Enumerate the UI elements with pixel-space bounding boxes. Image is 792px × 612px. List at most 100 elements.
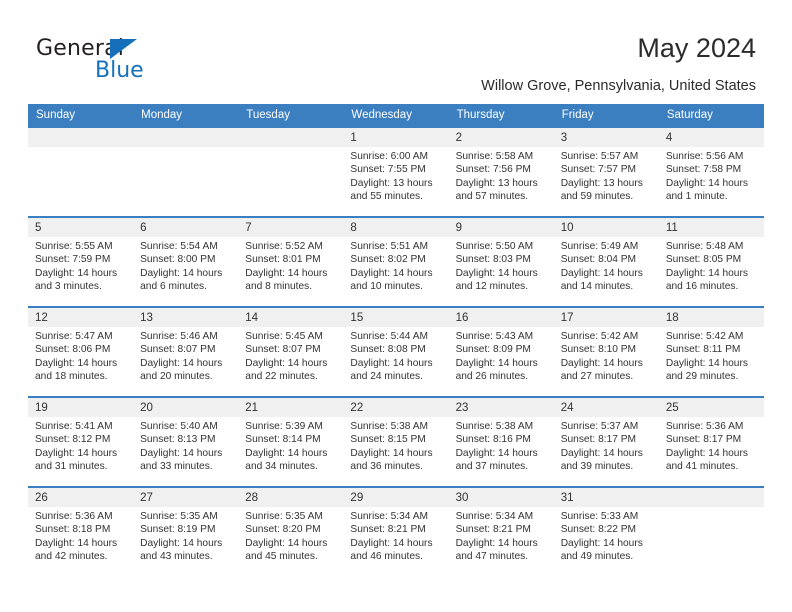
day-cell-details: Sunrise: 5:50 AM Sunset: 8:03 PM Daylight:… <box>449 237 554 294</box>
daylight-text-line1: Daylight: 14 hours <box>665 357 748 369</box>
weekday-header: Sunday Monday Tuesday Wednesday Thursday Frid… <box>28 104 764 127</box>
sunrise-text: Sunrise: 5:47 AM <box>35 331 113 342</box>
calendar-day-cell[interactable]: 30 Sunrise: 5:34 AM Sunset: 8:21 PM Dayligh… <box>448 486 554 576</box>
calendar-day-cell[interactable]: 15 Sunrise: 5:44 AM Sunset: 8:08 PM Dayligh… <box>343 306 449 397</box>
day-cell-details: Sunrise: 5:36 AM Sunset: 8:17 PM Daylight:… <box>659 417 764 474</box>
day-cell-inner <box>28 128 134 216</box>
calendar-day-cell[interactable]: 21 Sunrise: 5:39 AM Sunset: 8:14 PM Dayligh… <box>238 396 344 487</box>
daylight-text-line1: Daylight: 14 hours <box>560 267 643 279</box>
day-number: 29 <box>343 488 449 507</box>
calendar-day-cell[interactable]: 29 Sunrise: 5:34 AM Sunset: 8:21 PM Dayligh… <box>343 486 449 576</box>
day-cell-inner: 5 Sunrise: 5:55 AM Sunset: 7:59 PM Daylight… <box>28 218 134 306</box>
day-number: 8 <box>343 218 449 237</box>
sunset-text: Sunset: 7:59 PM <box>35 254 111 266</box>
daylight-text-line2: and 22 minutes. <box>245 371 318 383</box>
sunset-text: Sunset: 8:16 PM <box>455 434 531 446</box>
day-cell-inner: 22 Sunrise: 5:38 AM Sunset: 8:15 PM Dayligh… <box>343 398 449 486</box>
day-cell-inner: 7 Sunrise: 5:52 AM Sunset: 8:01 PM Daylight… <box>238 218 344 306</box>
day-cell-inner: 8 Sunrise: 5:51 AM Sunset: 8:02 PM Daylight… <box>343 218 449 306</box>
day-cell-inner: 3 Sunrise: 5:57 AM Sunset: 7:57 PM Daylight… <box>553 128 659 216</box>
calendar-day-cell[interactable]: 3 Sunrise: 5:57 AM Sunset: 7:57 PM Daylight… <box>553 126 659 217</box>
day-number: 15 <box>343 308 449 327</box>
calendar-day-cell[interactable]: 28 Sunrise: 5:35 AM Sunset: 8:20 PM Dayligh… <box>238 486 344 576</box>
calendar-day-cell[interactable]: 13 Sunrise: 5:46 AM Sunset: 8:07 PM Dayligh… <box>133 306 239 397</box>
weekday-header-cell: Tuesday <box>238 104 344 127</box>
calendar-day-cell[interactable]: 18 Sunrise: 5:42 AM Sunset: 8:11 PM Dayligh… <box>658 306 764 397</box>
sunset-text: Sunset: 8:03 PM <box>455 254 531 266</box>
day-cell-inner: 26 Sunrise: 5:36 AM Sunset: 8:18 PM Dayligh… <box>28 488 134 576</box>
day-cell-details: Sunrise: 5:47 AM Sunset: 8:06 PM Daylight:… <box>28 327 133 384</box>
day-cell-details: Sunrise: 5:41 AM Sunset: 8:12 PM Daylight:… <box>28 417 133 474</box>
sunrise-text: Sunrise: 5:51 AM <box>350 241 429 252</box>
day-number: 27 <box>133 488 239 507</box>
day-cell-details: Sunrise: 5:40 AM Sunset: 8:13 PM Daylight:… <box>133 417 238 474</box>
calendar-day-cell[interactable]: 2 Sunrise: 5:58 AM Sunset: 7:56 PM Daylight… <box>448 126 554 217</box>
sunset-text: Sunset: 8:14 PM <box>245 434 321 446</box>
sunrise-text: Sunrise: 5:48 AM <box>665 241 744 252</box>
weekday-header-cell: Friday <box>553 104 659 127</box>
weekday-header-cell: Saturday <box>658 104 764 127</box>
day-cell-inner: 16 Sunrise: 5:43 AM Sunset: 8:09 PM Dayligh… <box>448 308 554 396</box>
calendar-day-cell[interactable]: 31 Sunrise: 5:33 AM Sunset: 8:22 PM Dayligh… <box>553 486 659 576</box>
calendar-day-cell[interactable]: 7 Sunrise: 5:52 AM Sunset: 8:01 PM Daylight… <box>238 216 344 307</box>
day-cell-details: Sunrise: 5:35 AM Sunset: 8:19 PM Daylight:… <box>133 507 238 564</box>
day-number: 20 <box>133 398 239 417</box>
sunset-text: Sunset: 8:02 PM <box>350 254 426 266</box>
calendar-body: 1 Sunrise: 6:00 AM Sunset: 7:55 PM Daylight… <box>28 126 764 576</box>
calendar-day-cell[interactable]: 5 Sunrise: 5:55 AM Sunset: 7:59 PM Daylight… <box>28 216 134 307</box>
calendar-day-cell[interactable]: 1 Sunrise: 6:00 AM Sunset: 7:55 PM Daylight… <box>343 126 449 217</box>
day-cell-inner: 29 Sunrise: 5:34 AM Sunset: 8:21 PM Dayligh… <box>343 488 449 576</box>
day-cell-details: Sunrise: 5:38 AM Sunset: 8:16 PM Daylight:… <box>449 417 554 474</box>
calendar-day-cell[interactable]: 25 Sunrise: 5:36 AM Sunset: 8:17 PM Dayligh… <box>658 396 764 487</box>
sunset-text: Sunset: 8:18 PM <box>35 524 111 536</box>
sunset-text: Sunset: 8:21 PM <box>350 524 426 536</box>
calendar-day-cell[interactable]: 19 Sunrise: 5:41 AM Sunset: 8:12 PM Dayligh… <box>28 396 134 487</box>
brand-logo[interactable]: General Blue <box>36 36 206 84</box>
daylight-text-line2: and 57 minutes. <box>455 191 529 203</box>
daylight-text-line1: Daylight: 14 hours <box>35 357 118 369</box>
sunset-text: Sunset: 8:20 PM <box>245 524 321 536</box>
daylight-text-line1: Daylight: 14 hours <box>140 267 223 279</box>
calendar-day-cell[interactable]: 20 Sunrise: 5:40 AM Sunset: 8:13 PM Dayligh… <box>133 396 239 487</box>
calendar-day-cell[interactable]: 11 Sunrise: 5:48 AM Sunset: 8:05 PM Dayligh… <box>658 216 764 307</box>
calendar-day-cell[interactable]: 10 Sunrise: 5:49 AM Sunset: 8:04 PM Dayligh… <box>553 216 659 307</box>
daylight-text-line2: and 34 minutes. <box>245 461 318 473</box>
calendar-day-cell[interactable]: 23 Sunrise: 5:38 AM Sunset: 8:16 PM Dayligh… <box>448 396 554 487</box>
day-number: 22 <box>343 398 449 417</box>
day-cell-details: Sunrise: 5:34 AM Sunset: 8:21 PM Daylight:… <box>449 507 554 564</box>
calendar-day-cell[interactable]: 4 Sunrise: 5:56 AM Sunset: 7:58 PM Daylight… <box>658 126 764 217</box>
calendar-day-cell[interactable]: 9 Sunrise: 5:50 AM Sunset: 8:03 PM Daylight… <box>448 216 554 307</box>
day-cell-inner <box>658 488 764 576</box>
calendar-day-cell[interactable]: 26 Sunrise: 5:36 AM Sunset: 8:18 PM Dayligh… <box>28 486 134 576</box>
sunrise-text: Sunrise: 5:35 AM <box>140 511 218 522</box>
sunrise-text: Sunrise: 5:40 AM <box>140 421 218 432</box>
day-cell-details: Sunrise: 5:35 AM Sunset: 8:20 PM Daylight:… <box>238 507 343 564</box>
calendar-day-cell[interactable]: 6 Sunrise: 5:54 AM Sunset: 8:00 PM Daylight… <box>133 216 239 307</box>
sunset-text: Sunset: 8:17 PM <box>560 434 637 446</box>
calendar-day-cell-empty <box>238 126 344 217</box>
day-number: 14 <box>238 308 344 327</box>
daylight-text-line2: and 12 minutes. <box>455 281 529 293</box>
daylight-text-line1: Daylight: 14 hours <box>35 447 118 459</box>
calendar-day-cell[interactable]: 22 Sunrise: 5:38 AM Sunset: 8:15 PM Dayligh… <box>343 396 449 487</box>
calendar-day-cell[interactable]: 17 Sunrise: 5:42 AM Sunset: 8:10 PM Dayligh… <box>553 306 659 397</box>
sunset-text: Sunset: 8:17 PM <box>665 434 742 446</box>
calendar-day-cell[interactable]: 8 Sunrise: 5:51 AM Sunset: 8:02 PM Daylight… <box>343 216 449 307</box>
sunset-text: Sunset: 8:10 PM <box>560 344 637 356</box>
calendar-day-cell[interactable]: 14 Sunrise: 5:45 AM Sunset: 8:07 PM Dayligh… <box>238 306 344 397</box>
day-cell-inner: 9 Sunrise: 5:50 AM Sunset: 8:03 PM Daylight… <box>448 218 554 306</box>
daylight-text-line1: Daylight: 14 hours <box>350 447 433 459</box>
calendar-day-cell[interactable]: 27 Sunrise: 5:35 AM Sunset: 8:19 PM Dayligh… <box>133 486 239 576</box>
calendar-day-cell[interactable]: 16 Sunrise: 5:43 AM Sunset: 8:09 PM Dayligh… <box>448 306 554 397</box>
daylight-text-line1: Daylight: 14 hours <box>245 267 328 279</box>
calendar-day-cell-empty <box>658 486 764 576</box>
daylight-text-line2: and 20 minutes. <box>140 371 213 383</box>
daylight-text-line1: Daylight: 14 hours <box>140 537 223 549</box>
sunset-text: Sunset: 8:07 PM <box>140 344 216 356</box>
weekday-header-cell: Wednesday <box>343 104 449 127</box>
calendar-day-cell[interactable]: 12 Sunrise: 5:47 AM Sunset: 8:06 PM Dayligh… <box>28 306 134 397</box>
daylight-text-line2: and 55 minutes. <box>350 191 423 203</box>
daylight-text-line2: and 24 minutes. <box>350 371 423 383</box>
calendar-day-cell[interactable]: 24 Sunrise: 5:37 AM Sunset: 8:17 PM Dayligh… <box>553 396 659 487</box>
day-number: 7 <box>238 218 344 237</box>
